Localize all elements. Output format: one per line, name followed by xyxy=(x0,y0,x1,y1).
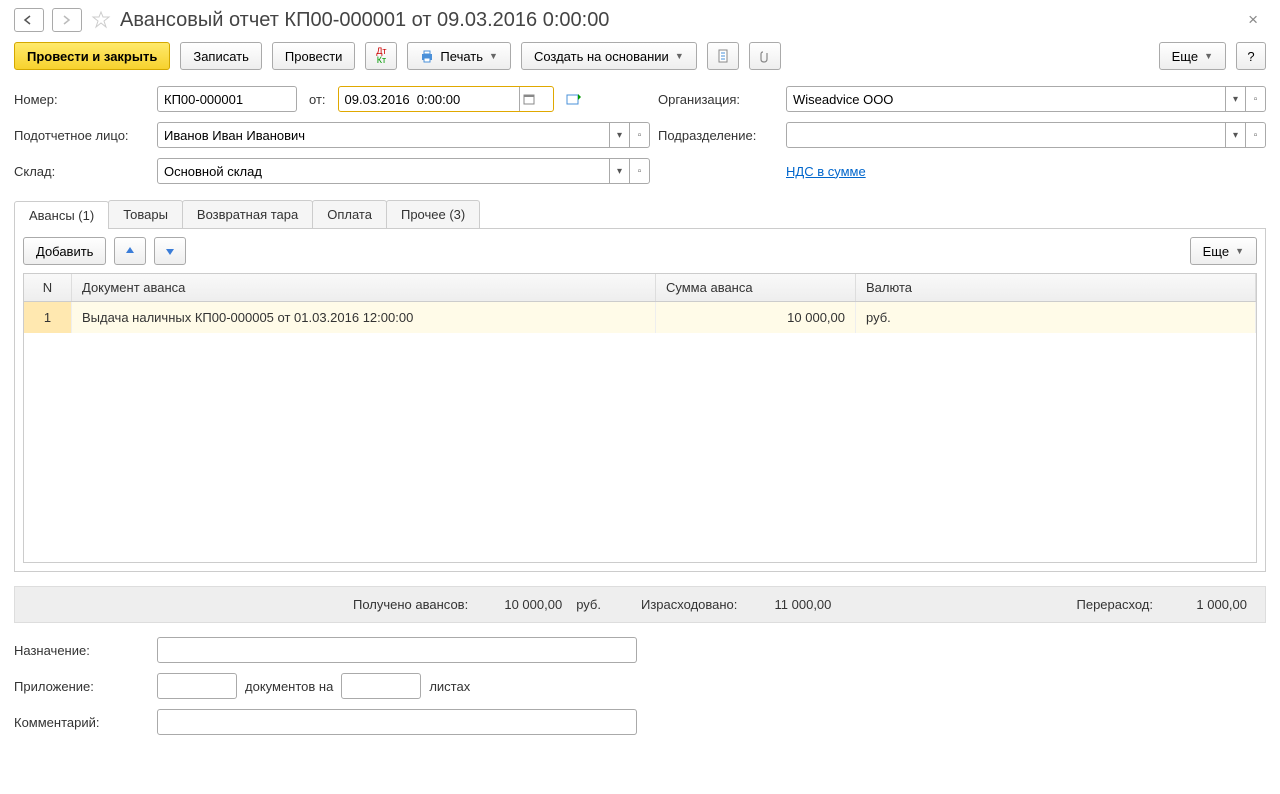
save-button[interactable]: Записать xyxy=(180,42,262,70)
printer-icon xyxy=(420,49,434,63)
purpose-label: Назначение: xyxy=(14,643,149,658)
warehouse-dropdown-button[interactable]: ▾ xyxy=(609,159,629,183)
org-dropdown-button[interactable]: ▾ xyxy=(1225,87,1245,111)
tab-goods[interactable]: Товары xyxy=(108,200,183,228)
page-title: Авансовый отчет КП00-000001 от 09.03.201… xyxy=(120,9,609,32)
refresh-icon xyxy=(566,92,582,106)
post-button[interactable]: Провести xyxy=(272,42,356,70)
docs-count-input[interactable] xyxy=(158,674,236,698)
help-button[interactable]: ? xyxy=(1236,42,1266,70)
vat-link[interactable]: НДС в сумме xyxy=(786,164,866,179)
over-label: Перерасход: xyxy=(1077,597,1154,612)
person-input[interactable] xyxy=(158,123,609,147)
advances-table: N Документ аванса Сумма аванса Валюта 1 … xyxy=(23,273,1257,563)
table-row[interactable]: 1 Выдача наличных КП00-000005 от 01.03.2… xyxy=(24,302,1256,333)
chevron-down-icon: ▼ xyxy=(1204,51,1213,61)
col-cur: Валюта xyxy=(856,274,1256,301)
calendar-button[interactable] xyxy=(519,87,539,111)
org-label: Организация: xyxy=(658,92,778,107)
over-value: 1 000,00 xyxy=(1167,597,1247,612)
attach-label: Приложение: xyxy=(14,679,149,694)
warehouse-label: Склад: xyxy=(14,164,149,179)
nav-forward-button[interactable] xyxy=(52,8,82,32)
dept-label: Подразделение: xyxy=(658,128,778,143)
dept-dropdown-button[interactable]: ▾ xyxy=(1225,123,1245,147)
from-label: от: xyxy=(305,92,330,107)
col-n: N xyxy=(24,274,72,301)
spent-label: Израсходовано: xyxy=(641,597,737,612)
table-more-button[interactable]: Еще ▼ xyxy=(1190,237,1257,265)
received-value: 10 000,00 xyxy=(482,597,562,612)
move-down-button[interactable] xyxy=(154,237,186,265)
cell-doc: Выдача наличных КП00-000005 от 01.03.201… xyxy=(72,302,656,333)
received-label: Получено авансов: xyxy=(353,597,468,612)
dt-kt-icon: ДтКт xyxy=(376,47,386,65)
tab-advances[interactable]: Авансы (1) xyxy=(14,201,109,229)
docs-text: документов на xyxy=(245,679,333,694)
tab-payment[interactable]: Оплата xyxy=(312,200,387,228)
warehouse-input[interactable] xyxy=(158,159,609,183)
create-based-on-button[interactable]: Создать на основании ▼ xyxy=(521,42,697,70)
org-open-button[interactable]: ▫ xyxy=(1245,87,1265,111)
document-icon xyxy=(716,49,730,63)
person-open-button[interactable]: ▫ xyxy=(629,123,649,147)
summary-bar: Получено авансов: 10 000,00 руб. Израсхо… xyxy=(14,586,1266,623)
arrow-right-icon xyxy=(61,15,73,25)
nav-back-button[interactable] xyxy=(14,8,44,32)
refresh-button[interactable] xyxy=(562,92,586,106)
dt-kt-button[interactable]: ДтКт xyxy=(365,42,397,70)
col-sum: Сумма аванса xyxy=(656,274,856,301)
number-label: Номер: xyxy=(14,92,149,107)
calendar-icon xyxy=(523,93,535,105)
close-button[interactable]: × xyxy=(1240,10,1266,30)
arrow-up-icon xyxy=(124,245,136,257)
chevron-down-icon: ▼ xyxy=(675,51,684,61)
attach-button[interactable] xyxy=(749,42,781,70)
person-label: Подотчетное лицо: xyxy=(14,128,149,143)
sheets-count-input[interactable] xyxy=(342,674,420,698)
purpose-input[interactable] xyxy=(158,638,636,662)
move-up-button[interactable] xyxy=(114,237,146,265)
print-button[interactable]: Печать ▼ xyxy=(407,42,511,70)
tab-other[interactable]: Прочее (3) xyxy=(386,200,480,228)
add-row-button[interactable]: Добавить xyxy=(23,237,106,265)
sheets-text: листах xyxy=(429,679,470,694)
post-and-close-button[interactable]: Провести и закрыть xyxy=(14,42,170,70)
warehouse-open-button[interactable]: ▫ xyxy=(629,159,649,183)
spent-value: 11 000,00 xyxy=(751,597,831,612)
cell-sum: 10 000,00 xyxy=(656,302,856,333)
person-dropdown-button[interactable]: ▾ xyxy=(609,123,629,147)
dept-input[interactable] xyxy=(787,123,1225,147)
cell-cur: руб. xyxy=(856,302,1256,333)
paperclip-icon xyxy=(758,49,772,63)
tab-return-tare[interactable]: Возвратная тара xyxy=(182,200,313,228)
favorite-star-icon[interactable] xyxy=(90,9,112,31)
chevron-down-icon: ▼ xyxy=(489,51,498,61)
arrow-left-icon xyxy=(23,15,35,25)
col-doc: Документ аванса xyxy=(72,274,656,301)
chevron-down-icon: ▼ xyxy=(1235,246,1244,256)
org-input[interactable] xyxy=(787,87,1225,111)
dept-open-button[interactable]: ▫ xyxy=(1245,123,1265,147)
date-input[interactable] xyxy=(339,87,519,111)
document-button[interactable] xyxy=(707,42,739,70)
comment-label: Комментарий: xyxy=(14,715,149,730)
received-cur: руб. xyxy=(576,597,601,612)
comment-input[interactable] xyxy=(158,710,636,734)
arrow-down-icon xyxy=(164,245,176,257)
cell-n: 1 xyxy=(24,302,72,333)
more-button[interactable]: Еще ▼ xyxy=(1159,42,1226,70)
